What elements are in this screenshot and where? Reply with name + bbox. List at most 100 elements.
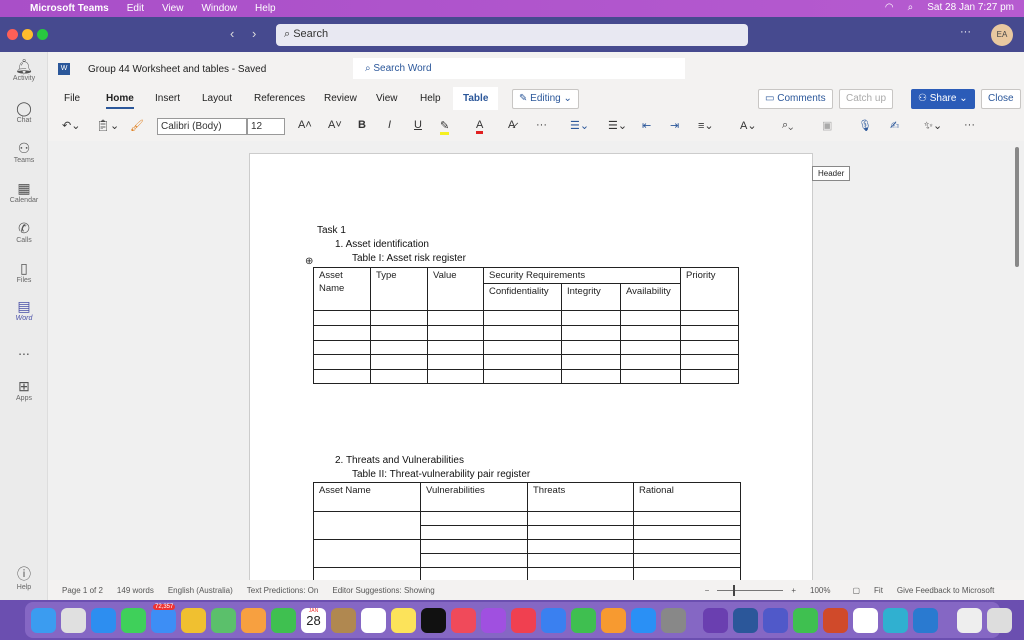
paste-icon[interactable]: 📋︎⌄ (96, 119, 119, 132)
table-row[interactable] (313, 369, 739, 384)
clock[interactable]: Sat 28 Jan 7:27 pm (927, 2, 1014, 13)
downloads-dock-icon[interactable] (957, 607, 982, 633)
numbers-dock-icon[interactable] (571, 607, 596, 633)
font-size-select[interactable]: 12 (247, 118, 285, 135)
highlight-icon[interactable]: ✎ (440, 119, 450, 135)
editor-suggestions[interactable]: Editor Suggestions: Showing (332, 586, 434, 595)
share-button[interactable]: ⚇ Share ⌄ (911, 89, 975, 109)
italic-icon[interactable]: I (388, 119, 391, 131)
word-dock-icon[interactable] (733, 607, 758, 633)
sidebar-item-help[interactable]: ⓘ Help (0, 564, 48, 591)
table-row[interactable] (313, 539, 741, 568)
calendar-dock-icon[interactable]: JAN 28 (301, 607, 326, 633)
word-count[interactable]: 149 words (117, 586, 154, 595)
back-icon[interactable]: ‹ (230, 26, 234, 41)
podcasts-dock-icon[interactable] (481, 607, 506, 633)
avatar[interactable]: EA (991, 24, 1013, 46)
app-store-dock-icon[interactable] (631, 607, 656, 633)
chrome-dock-icon[interactable] (181, 607, 206, 633)
menu-view[interactable]: View (162, 3, 184, 14)
close-window-button[interactable] (7, 29, 18, 40)
decrease-indent-icon[interactable]: ⇤ (642, 119, 651, 132)
asset-risk-register-table[interactable]: Asset Name Type Value Security Requirements… (313, 267, 739, 384)
dictate-icon[interactable]: 🎙︎ (858, 119, 872, 132)
numbering-icon[interactable]: ☰⌄ (608, 119, 627, 132)
github-dock-icon[interactable] (703, 607, 728, 633)
close-button[interactable]: Close (981, 89, 1021, 109)
editor-icon[interactable]: ✍︎ (890, 119, 899, 132)
sidebar-item-calendar[interactable]: ▦ Calendar (0, 180, 48, 204)
mongodb-dock-icon[interactable] (853, 607, 878, 633)
doc-title[interactable]: Group 44 Worksheet and tables - Saved (88, 64, 266, 75)
catch-up-button[interactable]: Catch up (839, 89, 894, 109)
font-name-select[interactable]: Calibri (Body) (157, 118, 247, 135)
underline-icon[interactable]: U (414, 119, 422, 131)
more-icon[interactable]: ··· (960, 26, 971, 38)
bold-icon[interactable]: B (358, 119, 366, 131)
tab-layout[interactable]: Layout (202, 93, 232, 104)
sidebar-item-teams[interactable]: ⚇ Teams (0, 140, 48, 164)
news-dock-icon[interactable] (511, 607, 536, 633)
editing-mode-button[interactable]: ✎ Editing ⌄ (512, 89, 579, 109)
keynote-dock-icon[interactable] (541, 607, 566, 633)
maps-dock-icon[interactable] (211, 607, 236, 633)
header-button[interactable]: Header (812, 166, 851, 181)
messages-dock-icon[interactable] (121, 607, 146, 633)
tab-home[interactable]: Home (106, 93, 134, 109)
tab-insert[interactable]: Insert (155, 93, 180, 104)
table-row[interactable] (313, 567, 741, 580)
zoom-slider[interactable] (717, 584, 784, 596)
increase-indent-icon[interactable]: ⇥ (670, 119, 679, 132)
format-painter-icon[interactable]: 🖌︎ (130, 119, 144, 132)
align-icon[interactable]: ≡⌄ (698, 119, 714, 132)
vscode-dock-icon[interactable] (913, 607, 938, 633)
menu-window[interactable]: Window (201, 3, 237, 14)
forward-icon[interactable]: › (252, 26, 256, 41)
fit-button[interactable]: ▢ Fit (838, 586, 882, 595)
bullets-icon[interactable]: ☰⌄ (570, 119, 589, 132)
comments-button[interactable]: ▭ Comments (758, 89, 833, 109)
minimize-window-button[interactable] (22, 29, 33, 40)
canva-dock-icon[interactable] (883, 607, 908, 633)
zoom-window-button[interactable] (37, 29, 48, 40)
zoom-in-button[interactable]: + (791, 586, 796, 595)
launchpad-dock-icon[interactable] (61, 607, 86, 633)
sidebar-item-more[interactable]: ... (0, 342, 48, 358)
finder-dock-icon[interactable] (31, 607, 56, 633)
sidebar-item-word[interactable]: ▤ Word (0, 298, 48, 322)
table-row[interactable] (313, 310, 739, 326)
zoom-level[interactable]: 100% (810, 586, 830, 595)
font-color-icon[interactable]: A (476, 119, 484, 134)
vertical-scrollbar[interactable] (1015, 147, 1019, 267)
music-dock-icon[interactable] (451, 607, 476, 633)
reminders-dock-icon[interactable] (361, 607, 386, 633)
mail-dock-icon[interactable]: 72,357 (151, 603, 176, 633)
sidebar-item-chat[interactable]: ◯ Chat (0, 100, 48, 124)
sidebar-item-calls[interactable]: ✆ Calls (0, 220, 48, 244)
sidebar-item-files[interactable]: ▯ Files (0, 260, 48, 284)
table-row[interactable] (313, 325, 739, 341)
more-icon[interactable]: ··· (536, 119, 547, 131)
sidebar-item-activity[interactable]: 🔔︎ Activity (0, 58, 48, 82)
tab-review[interactable]: Review (324, 93, 357, 104)
spotlight-icon[interactable]: ⌕ (908, 2, 914, 13)
table-row[interactable] (313, 511, 741, 540)
pages-dock-icon[interactable] (601, 607, 626, 633)
menu-app-name[interactable]: Microsoft Teams (30, 3, 109, 14)
tab-view[interactable]: View (376, 93, 398, 104)
shrink-font-icon[interactable]: A˅ (328, 119, 342, 131)
menu-edit[interactable]: Edit (127, 3, 144, 14)
text-predictions[interactable]: Text Predictions: On (247, 586, 319, 595)
table-row[interactable] (313, 340, 739, 355)
clear-format-icon[interactable]: A̷ (508, 119, 515, 131)
tab-table[interactable]: Table (453, 87, 499, 110)
find-icon[interactable]: ⌕⌄ (782, 119, 793, 132)
immersive-reader-icon[interactable]: ▣ (822, 119, 832, 132)
safari-dock-icon[interactable] (91, 607, 116, 633)
styles-icon[interactable]: A⌄ (740, 119, 757, 132)
tab-references[interactable]: References (254, 93, 305, 104)
threat-vulnerability-table[interactable]: Asset Name Vulnerabilities Threats Rational (313, 482, 741, 580)
table-move-handle-icon[interactable]: ⊕ (305, 256, 313, 267)
zoom-out-button[interactable]: − (705, 586, 710, 595)
notes-dock-icon[interactable] (391, 607, 416, 633)
